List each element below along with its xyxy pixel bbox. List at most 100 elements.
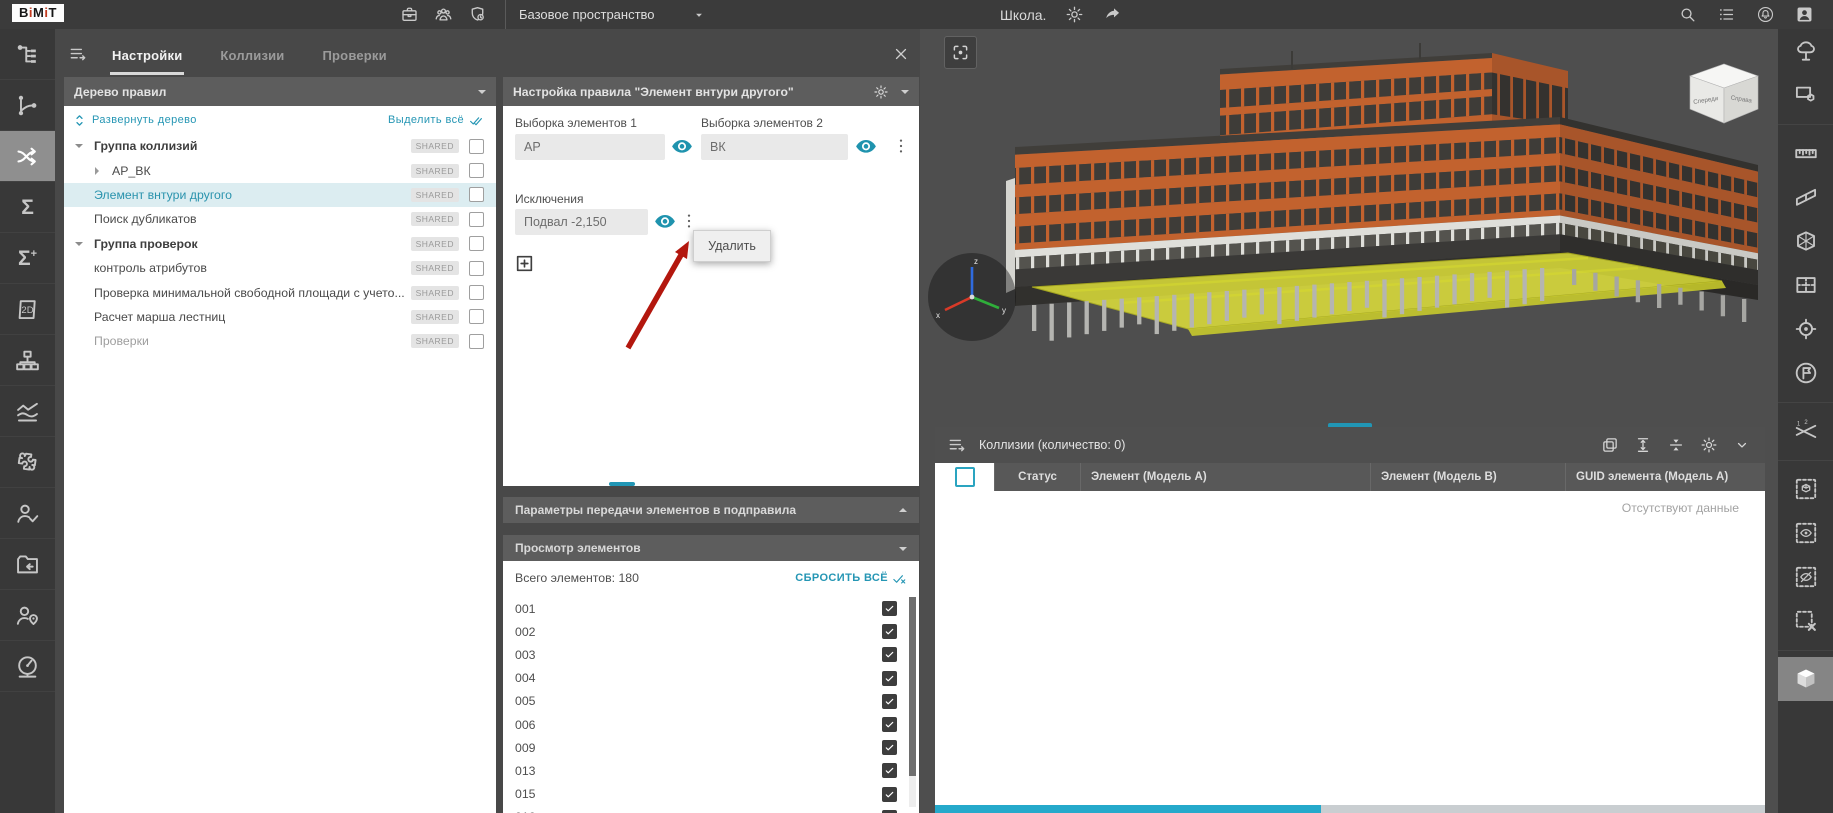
viewport-3d[interactable]: z y x Спереди Справа Коллизии (количеств… — [920, 29, 1778, 813]
gauge-button[interactable] — [0, 641, 55, 692]
focus-target-button[interactable] — [1778, 307, 1833, 351]
element-checkbox[interactable] — [882, 671, 897, 686]
tree-button[interactable] — [1778, 29, 1833, 73]
selection2-input[interactable]: ВК — [701, 134, 848, 160]
overlay-menu-icon[interactable] — [68, 44, 88, 64]
row-checkbox[interactable] — [469, 309, 484, 324]
axis-gizmo[interactable]: z y x — [928, 253, 1016, 341]
tree-row[interactable]: Группа коллизийSHARED — [64, 134, 496, 158]
selection2-more-icon[interactable] — [891, 134, 911, 158]
view-cube[interactable]: Спереди Справа — [1690, 64, 1758, 123]
elements-view-bar[interactable]: Просмотр элементов — [503, 535, 919, 561]
rule-tree-header[interactable]: Дерево правил — [64, 77, 496, 106]
table-settings-icon[interactable] — [1700, 436, 1718, 454]
row-checkbox[interactable] — [469, 236, 484, 251]
collision-check-button[interactable] — [0, 131, 55, 182]
row-checkbox[interactable] — [469, 334, 484, 349]
tree-row[interactable]: Расчет марша лестницSHARED — [64, 305, 496, 329]
panel-resize-handle[interactable] — [609, 482, 635, 486]
hide-selection-button[interactable] — [1778, 555, 1833, 599]
exclusion-visibility-eye-icon[interactable] — [654, 214, 676, 230]
tree-row[interactable]: контроль атрибутовSHARED — [64, 256, 496, 280]
element-checkbox[interactable] — [882, 740, 897, 755]
element-list-item[interactable]: 016 — [503, 806, 905, 813]
list-button[interactable] — [1715, 4, 1737, 26]
column-status[interactable]: Статус — [995, 463, 1081, 491]
row-checkbox[interactable] — [469, 285, 484, 300]
row-checkbox[interactable] — [469, 212, 484, 227]
select-region-button[interactable] — [1778, 73, 1833, 117]
app-logo[interactable]: BiMiT — [12, 4, 64, 22]
element-list-item[interactable]: 015 — [503, 783, 905, 806]
row-height-icon[interactable] — [1634, 436, 1652, 454]
notifications-button[interactable] — [1754, 4, 1776, 26]
selection2-visibility-eye-icon[interactable] — [855, 139, 877, 155]
building-model[interactable]: z y x Спереди Справа — [920, 29, 1778, 427]
element-checkbox[interactable] — [882, 717, 897, 732]
row-checkbox[interactable] — [469, 139, 484, 154]
tab-1[interactable]: Коллизии — [218, 40, 286, 75]
caret-down-icon[interactable] — [75, 144, 83, 152]
reset-all-link[interactable]: СБРОСИТЬ ВСЁ — [795, 572, 888, 584]
trends-button[interactable] — [0, 386, 55, 437]
tree-row[interactable]: АР_ВКSHARED — [64, 158, 496, 182]
transfer-params-bar[interactable]: Параметры передачи элементов в подправил… — [503, 497, 919, 523]
select-all-checkbox[interactable] — [955, 467, 975, 487]
clear-selection-button[interactable] — [1778, 599, 1833, 643]
tree-row[interactable]: Поиск дубликатовSHARED — [64, 207, 496, 231]
caret-down-icon[interactable] — [75, 242, 83, 250]
focus-view-button[interactable] — [944, 36, 977, 69]
add-exclusion-button[interactable] — [514, 253, 535, 274]
element-list-item[interactable]: 001 — [503, 597, 905, 620]
chevron-down-icon[interactable] — [1733, 436, 1751, 454]
column-guid-a[interactable]: GUID элемента (Модель А) — [1566, 463, 1765, 491]
element-checkbox[interactable] — [882, 624, 897, 639]
column-element-b[interactable]: Элемент (Модель B) — [1371, 463, 1566, 491]
workspace-label[interactable]: Базовое пространство — [519, 7, 655, 22]
element-list-item[interactable]: 006 — [503, 713, 905, 736]
puzzle-button[interactable] — [0, 437, 55, 488]
shield-user-button[interactable] — [466, 4, 488, 26]
element-list-item[interactable]: 013 — [503, 759, 905, 782]
show-selection-button[interactable] — [1778, 511, 1833, 555]
grid-axes-button[interactable]: 12 — [1778, 409, 1833, 453]
tab-0[interactable]: Настройки — [110, 40, 184, 75]
user-check-button[interactable] — [0, 488, 55, 539]
briefcase-button[interactable] — [398, 4, 420, 26]
rule-tree-button[interactable] — [0, 29, 55, 80]
element-checkbox[interactable] — [882, 647, 897, 662]
element-list-item[interactable]: 002 — [503, 620, 905, 643]
horizontal-scrollbar-thumb[interactable] — [935, 805, 1321, 813]
horizontal-scrollbar-track[interactable] — [935, 805, 1765, 813]
element-list-item[interactable]: 004 — [503, 667, 905, 690]
element-checkbox[interactable] — [882, 787, 897, 802]
account-button[interactable] — [1793, 4, 1815, 26]
isolate-selection-button[interactable] — [1778, 467, 1833, 511]
floor-plan-button[interactable] — [1778, 263, 1833, 307]
select-all-link[interactable]: Выделить всё — [388, 114, 464, 126]
sigma-plus-button[interactable]: Σ+ — [0, 233, 55, 284]
element-list-item[interactable]: 005 — [503, 690, 905, 713]
element-list-item[interactable]: 003 — [503, 643, 905, 666]
rule-settings-gear-icon[interactable] — [873, 84, 889, 100]
close-icon[interactable] — [892, 45, 910, 63]
sheet-2d-button[interactable]: 2D — [0, 284, 55, 335]
selection1-input[interactable]: АР — [515, 134, 665, 160]
ruler-button[interactable] — [1778, 131, 1833, 175]
exclusion-input[interactable]: Подвал -2,150 — [515, 209, 648, 235]
search-button[interactable] — [1676, 4, 1698, 26]
section-plane-button[interactable] — [1778, 175, 1833, 219]
context-menu-item-delete[interactable]: Удалить — [694, 231, 770, 261]
expand-tree-link[interactable]: Развернуть дерево — [92, 114, 197, 126]
tree-row[interactable]: Группа проверокSHARED — [64, 232, 496, 256]
element-checkbox[interactable] — [882, 763, 897, 778]
folder-share-button[interactable] — [0, 539, 55, 590]
user-location-button[interactable] — [0, 590, 55, 641]
element-list-item[interactable]: 009 — [503, 736, 905, 759]
copy-rows-icon[interactable] — [1601, 436, 1619, 454]
vertical-scrollbar-track[interactable] — [909, 597, 916, 807]
caret-right-icon[interactable] — [95, 167, 103, 175]
vertical-scrollbar-thumb[interactable] — [909, 597, 916, 776]
settings-gear-button[interactable] — [1063, 4, 1085, 26]
chevron-down-icon[interactable] — [692, 8, 706, 22]
